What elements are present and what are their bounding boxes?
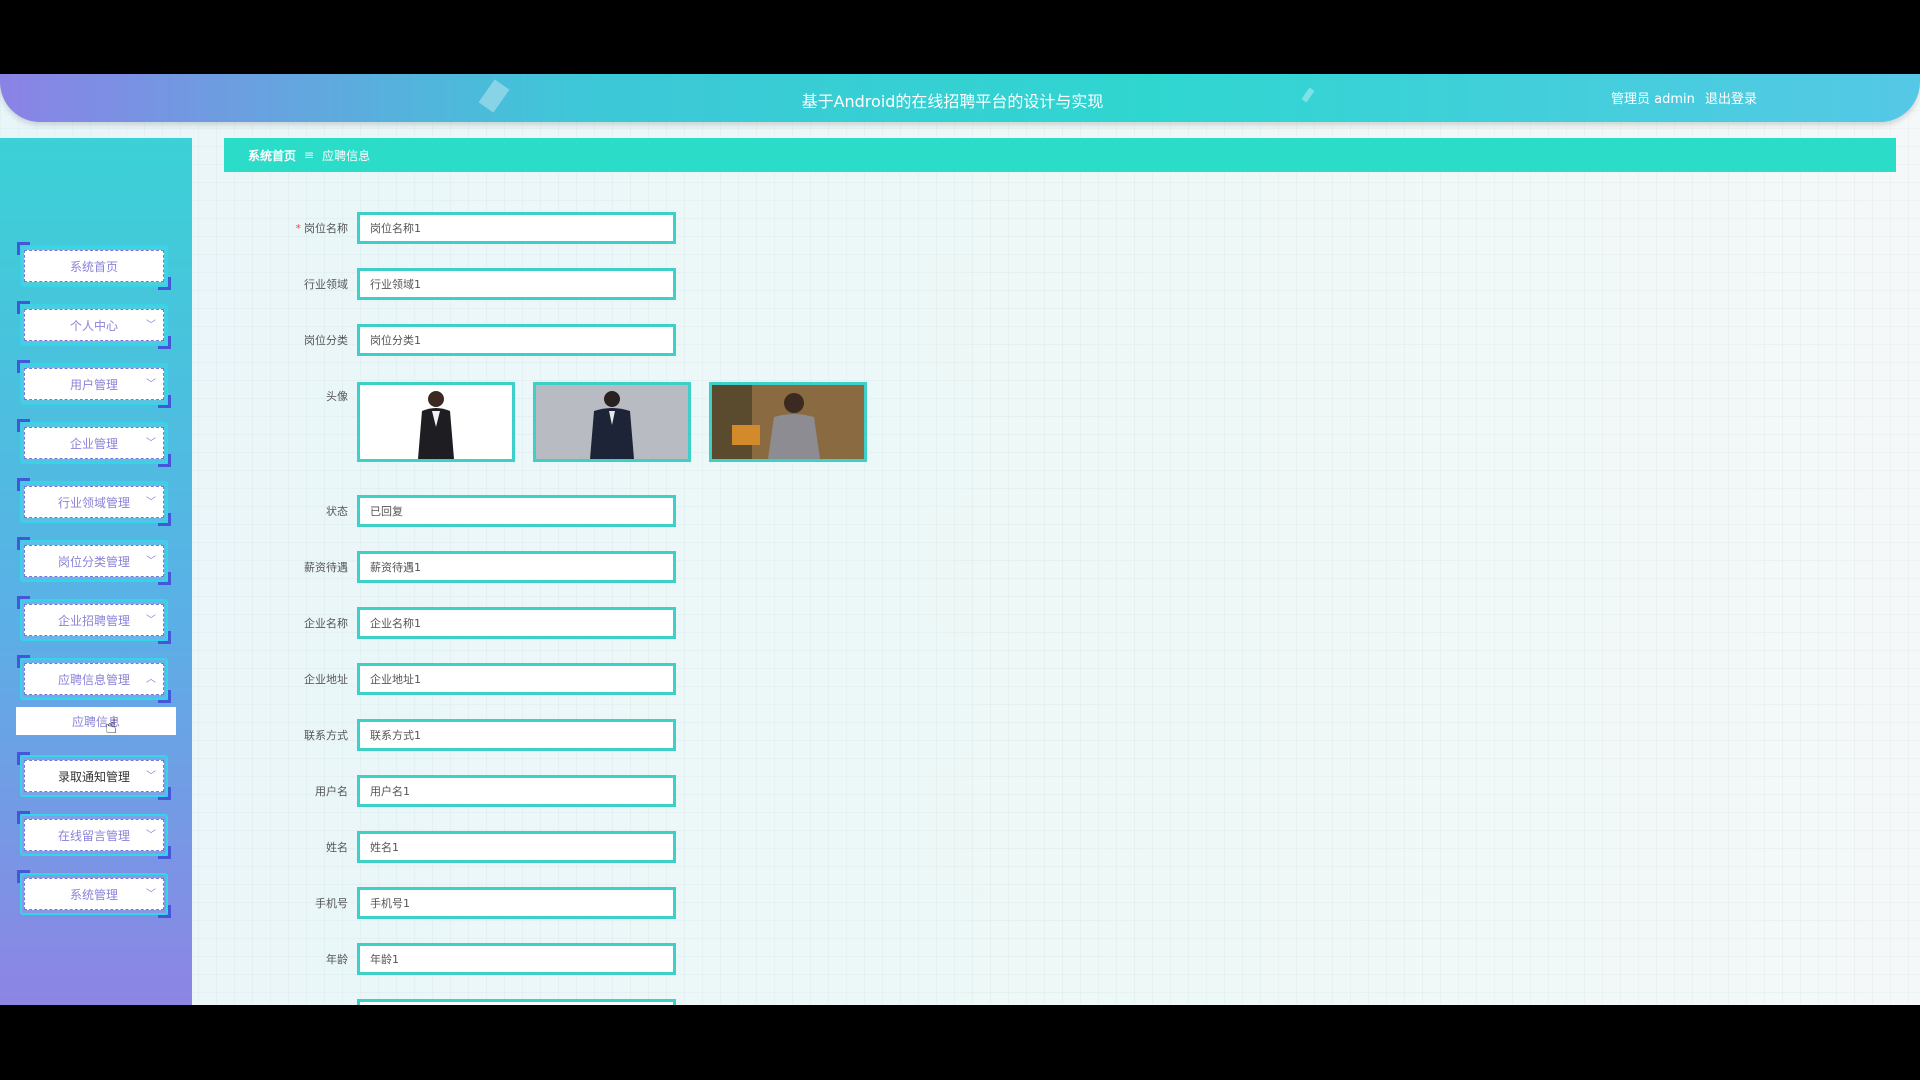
status-field[interactable] [357, 495, 676, 527]
required-mark: * [295, 222, 302, 235]
sidebar-item-messages[interactable]: 在线留言管理 ﹀ [17, 811, 171, 859]
sidebar-item-label: 应聘信息管理 [24, 663, 164, 695]
name-field[interactable] [357, 831, 676, 863]
chevron-up-icon: ︿ [146, 674, 156, 685]
field-label: 手机号 [315, 897, 348, 910]
sidebar-item-label: 录取通知管理 [24, 760, 164, 792]
chevron-down-icon: ﹀ [146, 889, 156, 900]
chevron-down-icon: ﹀ [146, 556, 156, 567]
job-category-field[interactable] [357, 324, 676, 356]
app-screen: 基于Android的在线招聘平台的设计与实现 管理员 admin 退出登录 系统… [0, 74, 1920, 1005]
avatar-image-2[interactable] [533, 382, 691, 462]
mouse-cursor-icon: ☝ [105, 714, 118, 738]
sidebar-item-label: 系统首页 [24, 250, 164, 282]
avatar-image-3[interactable] [709, 382, 867, 462]
job-name-field[interactable] [357, 212, 676, 244]
contact-field[interactable] [357, 719, 676, 751]
sidebar-item-industry[interactable]: 行业领域管理 ﹀ [17, 478, 171, 526]
breadcrumb-separator-icon: ≡ [304, 148, 315, 162]
sidebar-item-label: 系统管理 [24, 878, 164, 910]
top-header: 基于Android的在线招聘平台的设计与实现 管理员 admin 退出登录 [0, 74, 1920, 122]
breadcrumb: 系统首页 ≡ 应聘信息 [224, 138, 1896, 172]
sidebar-item-applications[interactable]: 应聘信息管理 ︿ [17, 655, 171, 703]
user-area: 管理员 admin 退出登录 [1605, 88, 1757, 107]
sidebar-item-label: 行业领域管理 [24, 486, 164, 518]
chevron-down-icon: ﹀ [146, 771, 156, 782]
sidebar-item-recruitment[interactable]: 企业招聘管理 ﹀ [17, 596, 171, 644]
field-label: * 岗位名称 [295, 222, 349, 235]
chevron-down-icon: ﹀ [146, 438, 156, 449]
age-field[interactable] [357, 943, 676, 975]
field-label: 年龄 [326, 953, 348, 966]
chevron-down-icon: ﹀ [146, 320, 156, 331]
industry-field[interactable] [357, 268, 676, 300]
field-label: 企业地址 [304, 673, 348, 686]
username-field[interactable] [357, 775, 676, 807]
field-label: 企业名称 [304, 617, 348, 630]
field-label: 姓名 [326, 841, 348, 854]
sidebar-item-label: 岗位分类管理 [24, 545, 164, 577]
field-label: 状态 [326, 505, 348, 518]
logout-link[interactable]: 退出登录 [1705, 92, 1757, 107]
sidebar-item-label: 个人中心 [24, 309, 164, 341]
sidebar-item-companies[interactable]: 企业管理 ﹀ [17, 419, 171, 467]
sidebar-item-offers[interactable]: 录取通知管理 ﹀ [17, 752, 171, 800]
field-label: 联系方式 [304, 729, 348, 742]
next-field[interactable] [357, 999, 676, 1005]
sidebar-item-label: 企业管理 [24, 427, 164, 459]
breadcrumb-home[interactable]: 系统首页 [248, 147, 296, 164]
field-label: 岗位分类 [304, 334, 348, 347]
chevron-down-icon: ﹀ [146, 615, 156, 626]
chevron-down-icon: ﹀ [146, 497, 156, 508]
field-label: 行业领域 [304, 278, 348, 291]
avatar-image-1[interactable] [357, 382, 515, 462]
chevron-down-icon: ﹀ [146, 830, 156, 841]
sidebar-item-system[interactable]: 系统管理 ﹀ [17, 870, 171, 918]
admin-label: 管理员 admin [1610, 92, 1695, 107]
sidebar-item-users[interactable]: 用户管理 ﹀ [17, 360, 171, 408]
field-label: 用户名 [315, 785, 348, 798]
field-label: 头像 [326, 390, 348, 403]
sidebar-item-label: 用户管理 [24, 368, 164, 400]
sidebar-item-label: 企业招聘管理 [24, 604, 164, 636]
sidebar-item-home[interactable]: 系统首页 [17, 242, 171, 290]
field-label: 薪资待遇 [304, 561, 348, 574]
sidebar: 系统首页 个人中心 ﹀ 用户管理 ﹀ 企业管理 ﹀ 行业领域管理 ﹀ 岗位分类管… [0, 138, 192, 1005]
salary-field[interactable] [357, 551, 676, 583]
company-name-field[interactable] [357, 607, 676, 639]
sidebar-item-label: 在线留言管理 [24, 819, 164, 851]
breadcrumb-current: 应聘信息 [322, 148, 371, 163]
phone-field[interactable] [357, 887, 676, 919]
chevron-down-icon: ﹀ [146, 379, 156, 390]
company-address-field[interactable] [357, 663, 676, 695]
sidebar-item-job-category[interactable]: 岗位分类管理 ﹀ [17, 537, 171, 585]
sidebar-item-profile[interactable]: 个人中心 ﹀ [17, 301, 171, 349]
submenu-item-application-info[interactable]: 应聘信息 [16, 707, 176, 735]
